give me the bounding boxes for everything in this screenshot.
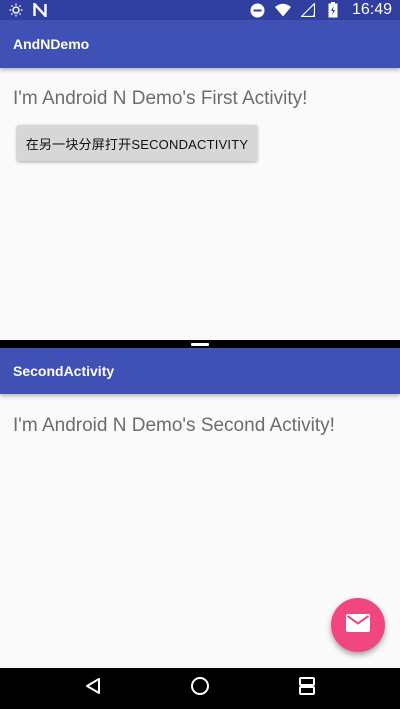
- mail-fab-button[interactable]: [331, 598, 385, 652]
- status-bar: 16:49: [0, 0, 400, 20]
- navigation-bar: [0, 668, 400, 709]
- recents-button[interactable]: [287, 674, 327, 704]
- divider-handle[interactable]: [191, 342, 209, 346]
- battery-icon: [325, 2, 341, 18]
- home-button[interactable]: [180, 674, 220, 704]
- n-icon: [32, 2, 48, 18]
- toolbar-title: AndNDemo: [13, 36, 90, 52]
- first-activity-pane: AndNDemo I'm Android N Demo's First Acti…: [0, 20, 400, 340]
- wifi-icon: [274, 2, 291, 18]
- back-button[interactable]: [73, 674, 113, 704]
- open-second-activity-button[interactable]: 在另一块分屏打开SECONDACTIVITY: [17, 125, 257, 161]
- status-right-icons: 16:49: [250, 1, 392, 19]
- second-activity-toolbar: SecondActivity: [0, 348, 400, 394]
- home-icon: [190, 676, 210, 701]
- first-activity-message: I'm Android N Demo's First Activity!: [13, 88, 308, 109]
- second-activity-message: I'm Android N Demo's Second Activity!: [13, 415, 335, 436]
- split-screen-divider[interactable]: [0, 340, 400, 348]
- toolbar-title: SecondActivity: [13, 363, 115, 379]
- minus-circle-icon: [250, 2, 266, 18]
- brightness-icon: [8, 2, 24, 18]
- status-left-icons: [8, 2, 48, 18]
- signal-icon: [300, 2, 316, 18]
- status-time: 16:49: [351, 1, 392, 18]
- recents-split-icon: [298, 677, 316, 700]
- mail-icon: [346, 613, 370, 637]
- first-activity-toolbar: AndNDemo: [0, 20, 400, 68]
- back-icon: [84, 677, 102, 700]
